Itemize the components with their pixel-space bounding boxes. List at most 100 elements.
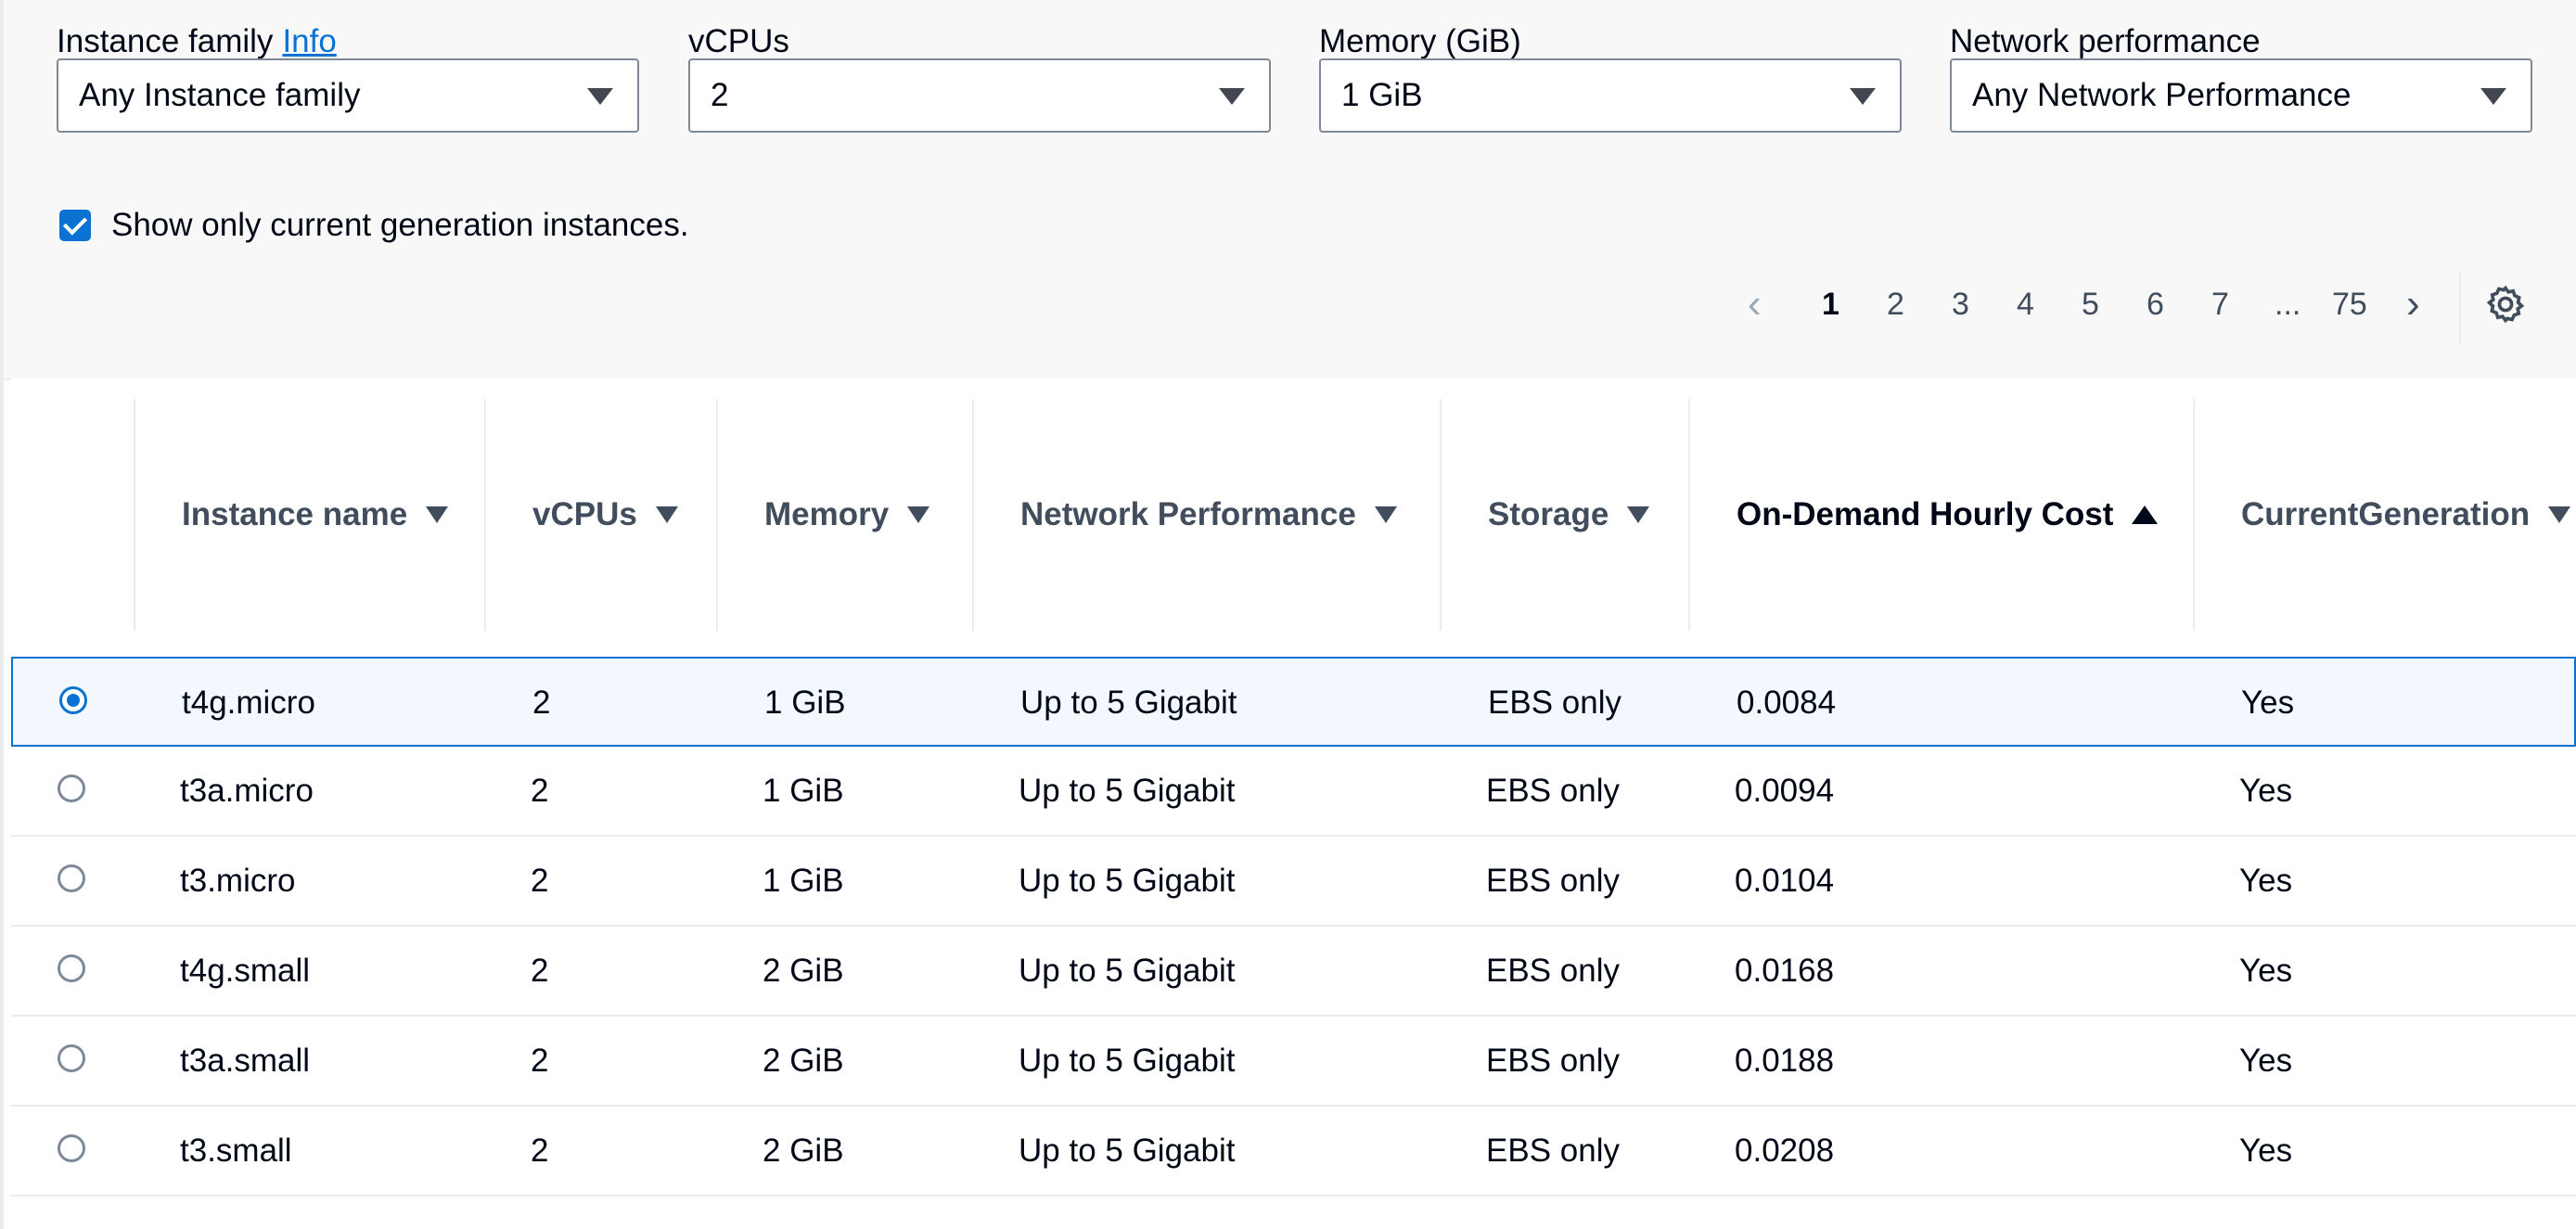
cell-network: Up to 5 Gigabit — [1020, 685, 1237, 721]
cell-storage: EBS only — [1488, 685, 1621, 721]
table-row[interactable]: t3a.small 2 2 GiB Up to 5 Gigabit EBS on… — [11, 1017, 2576, 1107]
cell-hourly-cost: 0.0208 — [1735, 1133, 1835, 1169]
sort-down-icon — [1374, 506, 1397, 523]
instance-family-label: Instance family — [57, 23, 274, 59]
page-5[interactable]: 5 — [2082, 276, 2099, 332]
cell-memory: 1 GiB — [763, 863, 844, 899]
table-row[interactable]: t4g.micro 2 1 GiB Up to 5 Gigabit EBS on… — [11, 657, 2576, 747]
cell-network: Up to 5 Gigabit — [1019, 773, 1236, 809]
page-75[interactable]: 75 — [2332, 276, 2367, 332]
column-header-network[interactable]: Network Performance — [972, 399, 1440, 631]
page-6[interactable]: 6 — [2147, 276, 2164, 332]
cell-instance-name: t3a.micro — [180, 773, 314, 809]
column-header-storage[interactable]: Storage — [1440, 399, 1688, 631]
cell-memory: 2 GiB — [763, 953, 844, 989]
cell-hourly-cost: 0.0104 — [1735, 863, 1835, 899]
vcpus-value: 2 — [711, 77, 729, 113]
row-radio[interactable] — [58, 1134, 85, 1162]
column-header-instance-name[interactable]: Instance name — [134, 399, 484, 631]
cell-current-generation: Yes — [2239, 1043, 2293, 1079]
row-radio[interactable] — [58, 775, 85, 802]
cell-instance-name: t3.small — [180, 1133, 292, 1169]
table-row[interactable]: t3a.micro 2 1 GiB Up to 5 Gigabit EBS on… — [11, 747, 2576, 837]
cell-hourly-cost: 0.0168 — [1735, 953, 1835, 989]
memory-value: 1 GiB — [1341, 77, 1423, 113]
table-row[interactable]: t3.small 2 2 GiB Up to 5 Gigabit EBS onl… — [11, 1107, 2576, 1197]
row-radio[interactable] — [58, 1044, 85, 1072]
sort-up-icon — [2132, 506, 2159, 524]
sort-down-icon — [2548, 506, 2571, 523]
cell-network: Up to 5 Gigabit — [1019, 1133, 1236, 1169]
vcpus-select[interactable]: 2 — [688, 58, 1271, 133]
page-7[interactable]: 7 — [2211, 276, 2229, 332]
memory-select[interactable]: 1 GiB — [1319, 58, 1902, 133]
cell-network: Up to 5 Gigabit — [1019, 863, 1236, 899]
table-header: Instance name vCPUs Memory Network Perfo… — [11, 378, 2576, 657]
current-generation-toggle[interactable]: Show only current generation instances. — [59, 202, 689, 249]
cell-vcpus: 2 — [531, 863, 549, 899]
table-row[interactable]: t3.micro 2 1 GiB Up to 5 Gigabit EBS onl… — [11, 837, 2576, 927]
cell-memory: 1 GiB — [764, 685, 846, 721]
sort-down-icon — [655, 506, 678, 523]
instance-family-value: Any Instance family — [79, 77, 361, 113]
column-header-hourly-cost[interactable]: On-Demand Hourly Cost — [1688, 399, 2193, 631]
table-row[interactable]: t4g.small 2 2 GiB Up to 5 Gigabit EBS on… — [11, 927, 2576, 1017]
pagination-divider — [2459, 271, 2461, 345]
pagination: ‹ 1 2 3 4 5 6 7 ... 75 › — [1748, 271, 2564, 345]
network-value: Any Network Performance — [1972, 77, 2352, 113]
sort-down-icon — [426, 506, 449, 523]
page-2[interactable]: 2 — [1887, 276, 1904, 332]
cell-storage: EBS only — [1486, 953, 1620, 989]
cell-instance-name: t3a.small — [180, 1043, 311, 1079]
column-header-current-generation[interactable]: CurrentGeneration — [2193, 399, 2576, 631]
cell-vcpus: 2 — [531, 1133, 549, 1169]
cell-network: Up to 5 Gigabit — [1019, 1043, 1236, 1079]
caret-down-icon — [1850, 88, 1876, 105]
sort-down-icon — [1627, 506, 1650, 523]
page-ellipsis: ... — [2275, 287, 2301, 322]
current-generation-label: Show only current generation instances. — [111, 207, 689, 243]
cell-vcpus: 2 — [531, 773, 549, 809]
caret-down-icon — [1219, 88, 1245, 105]
cell-current-generation: Yes — [2241, 685, 2295, 721]
caret-down-icon — [2480, 88, 2506, 105]
instance-table: Instance name vCPUs Memory Network Perfo… — [11, 378, 2576, 1229]
chevron-right-icon[interactable]: › — [2406, 284, 2420, 325]
row-radio[interactable] — [58, 954, 85, 982]
cell-instance-name: t4g.micro — [182, 685, 315, 721]
cell-storage: EBS only — [1486, 773, 1620, 809]
page-3[interactable]: 3 — [1952, 276, 1969, 332]
cell-current-generation: Yes — [2239, 863, 2293, 899]
cell-vcpus: 2 — [531, 953, 549, 989]
page-4[interactable]: 4 — [2017, 276, 2034, 332]
cell-vcpus: 2 — [531, 1043, 549, 1079]
cell-memory: 1 GiB — [763, 773, 844, 809]
caret-down-icon — [587, 88, 613, 105]
column-header-vcpus[interactable]: vCPUs — [484, 399, 716, 631]
cell-network: Up to 5 Gigabit — [1019, 953, 1236, 989]
cell-storage: EBS only — [1486, 1133, 1620, 1169]
chevron-left-icon[interactable]: ‹ — [1748, 284, 1762, 325]
cell-storage: EBS only — [1486, 1043, 1620, 1079]
cell-memory: 2 GiB — [763, 1133, 844, 1169]
row-radio[interactable] — [58, 864, 85, 892]
column-header-memory[interactable]: Memory — [716, 399, 972, 631]
cell-memory: 2 GiB — [763, 1043, 844, 1079]
cell-current-generation: Yes — [2239, 773, 2293, 809]
network-select[interactable]: Any Network Performance — [1950, 58, 2532, 133]
sort-down-icon — [907, 506, 930, 523]
gear-icon[interactable] — [2485, 284, 2526, 325]
cell-hourly-cost: 0.0188 — [1735, 1043, 1835, 1079]
cell-storage: EBS only — [1486, 863, 1620, 899]
page-1[interactable]: 1 — [1822, 276, 1839, 332]
current-generation-checkbox[interactable] — [59, 210, 91, 241]
cell-instance-name: t4g.small — [180, 953, 311, 989]
info-link[interactable]: Info — [282, 23, 336, 59]
instance-family-select[interactable]: Any Instance family — [57, 58, 639, 133]
cell-hourly-cost: 0.0084 — [1737, 685, 1837, 721]
filters-panel: Instance family Info Any Instance family … — [4, 0, 2576, 380]
cell-current-generation: Yes — [2239, 953, 2293, 989]
row-radio[interactable] — [59, 686, 87, 714]
cell-instance-name: t3.micro — [180, 863, 296, 899]
cell-vcpus: 2 — [532, 685, 551, 721]
